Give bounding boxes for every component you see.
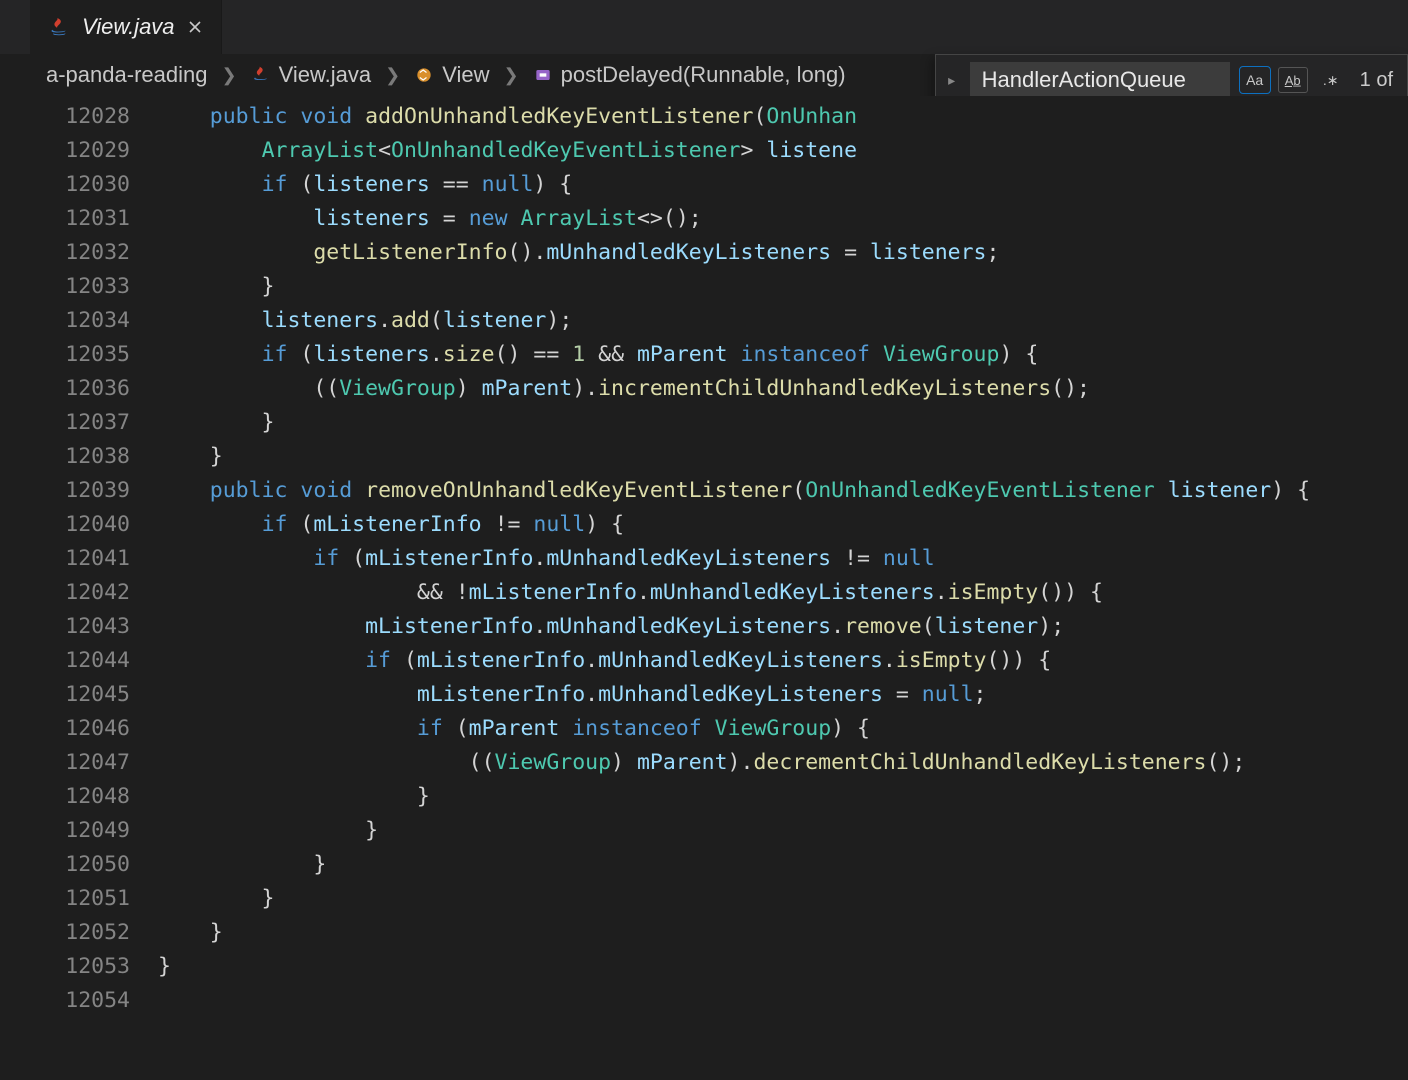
chevron-right-icon: ❯ <box>385 65 400 86</box>
code-line[interactable]: } <box>158 440 1408 474</box>
line-number: 12032 <box>20 236 130 270</box>
breadcrumb-class[interactable]: View <box>414 62 489 88</box>
code-line[interactable]: } <box>158 270 1408 304</box>
line-number: 12054 <box>20 984 130 1018</box>
line-number: 12029 <box>20 134 130 168</box>
line-number: 12028 <box>20 100 130 134</box>
class-icon <box>414 65 434 85</box>
line-number: 12035 <box>20 338 130 372</box>
line-number: 12033 <box>20 270 130 304</box>
line-number: 12031 <box>20 202 130 236</box>
tab-bar: View.java <box>0 0 1408 54</box>
breadcrumb: a-panda-reading ❯ View.java ❯ View ❯ <box>0 54 1408 96</box>
line-number: 12046 <box>20 712 130 746</box>
code-line[interactable]: } <box>158 780 1408 814</box>
code-line[interactable]: listeners = new ArrayList<>(); <box>158 202 1408 236</box>
line-number: 12034 <box>20 304 130 338</box>
breadcrumb-project[interactable]: a-panda-reading <box>46 62 207 88</box>
line-number: 12044 <box>20 644 130 678</box>
line-number: 12036 <box>20 372 130 406</box>
code-line[interactable]: listeners.add(listener); <box>158 304 1408 338</box>
line-number-gutter: 1202812029120301203112032120331203412035… <box>20 96 158 1080</box>
line-number: 12043 <box>20 610 130 644</box>
code-line[interactable]: } <box>158 882 1408 916</box>
close-icon[interactable] <box>187 19 203 35</box>
code-line[interactable]: ArrayList<OnUnhandledKeyEventListener> l… <box>158 134 1408 168</box>
line-number: 12042 <box>20 576 130 610</box>
line-number: 12052 <box>20 916 130 950</box>
find-result-count: 1 of <box>1360 69 1393 92</box>
editor-tab[interactable]: View.java <box>30 0 222 54</box>
line-number: 12039 <box>20 474 130 508</box>
code-line[interactable]: } <box>158 406 1408 440</box>
code-line[interactable]: } <box>158 848 1408 882</box>
code-line[interactable]: if (listeners.size() == 1 && mParent ins… <box>158 338 1408 372</box>
line-number: 12053 <box>20 950 130 984</box>
code-line[interactable]: } <box>158 950 1408 984</box>
regex-toggle[interactable]: .∗ <box>1316 67 1346 93</box>
code-line[interactable] <box>158 984 1408 1018</box>
find-options: Aa Ab̲ .∗ <box>1240 67 1346 93</box>
code-content[interactable]: public void addOnUnhandledKeyEventListen… <box>158 96 1408 1080</box>
method-icon <box>533 65 553 85</box>
breadcrumb-file-label: View.java <box>279 62 372 88</box>
breadcrumb-class-label: View <box>442 62 489 88</box>
match-case-toggle[interactable]: Aa <box>1240 67 1270 93</box>
code-line[interactable]: mListenerInfo.mUnhandledKeyListeners = n… <box>158 678 1408 712</box>
code-line[interactable]: } <box>158 814 1408 848</box>
line-number: 12030 <box>20 168 130 202</box>
breadcrumb-project-label: a-panda-reading <box>46 62 207 88</box>
code-line[interactable]: public void removeOnUnhandledKeyEventLis… <box>158 474 1408 508</box>
line-number: 12051 <box>20 882 130 916</box>
line-number: 12047 <box>20 746 130 780</box>
java-file-icon <box>251 65 271 85</box>
find-toggle-replace-icon[interactable]: ▸ <box>944 72 960 89</box>
code-line[interactable]: } <box>158 916 1408 950</box>
code-line[interactable]: mListenerInfo.mUnhandledKeyListeners.rem… <box>158 610 1408 644</box>
code-line[interactable]: && !mListenerInfo.mUnhandledKeyListeners… <box>158 576 1408 610</box>
code-editor[interactable]: 1202812029120301203112032120331203412035… <box>0 96 1408 1080</box>
java-file-icon <box>48 16 70 38</box>
code-line[interactable]: if (listeners == null) { <box>158 168 1408 202</box>
find-input[interactable] <box>970 62 1230 98</box>
whole-word-toggle[interactable]: Ab̲ <box>1278 67 1308 93</box>
line-number: 12037 <box>20 406 130 440</box>
chevron-right-icon: ❯ <box>221 65 236 86</box>
chevron-right-icon: ❯ <box>504 65 519 86</box>
breadcrumb-file[interactable]: View.java <box>251 62 372 88</box>
line-number: 12038 <box>20 440 130 474</box>
code-line[interactable]: if (mListenerInfo.mUnhandledKeyListeners… <box>158 644 1408 678</box>
line-number: 12041 <box>20 542 130 576</box>
code-line[interactable]: ((ViewGroup) mParent).decrementChildUnha… <box>158 746 1408 780</box>
code-line[interactable]: public void addOnUnhandledKeyEventListen… <box>158 100 1408 134</box>
tab-filename: View.java <box>82 14 175 40</box>
code-line[interactable]: if (mListenerInfo != null) { <box>158 508 1408 542</box>
code-line[interactable]: if (mParent instanceof ViewGroup) { <box>158 712 1408 746</box>
code-line[interactable]: ((ViewGroup) mParent).incrementChildUnha… <box>158 372 1408 406</box>
breadcrumb-method-label: postDelayed(Runnable, long) <box>561 62 846 88</box>
line-number: 12049 <box>20 814 130 848</box>
code-line[interactable]: getListenerInfo().mUnhandledKeyListeners… <box>158 236 1408 270</box>
line-number: 12040 <box>20 508 130 542</box>
line-number: 12048 <box>20 780 130 814</box>
breadcrumb-method[interactable]: postDelayed(Runnable, long) <box>533 62 846 88</box>
code-line[interactable]: if (mListenerInfo.mUnhandledKeyListeners… <box>158 542 1408 576</box>
line-number: 12045 <box>20 678 130 712</box>
line-number: 12050 <box>20 848 130 882</box>
